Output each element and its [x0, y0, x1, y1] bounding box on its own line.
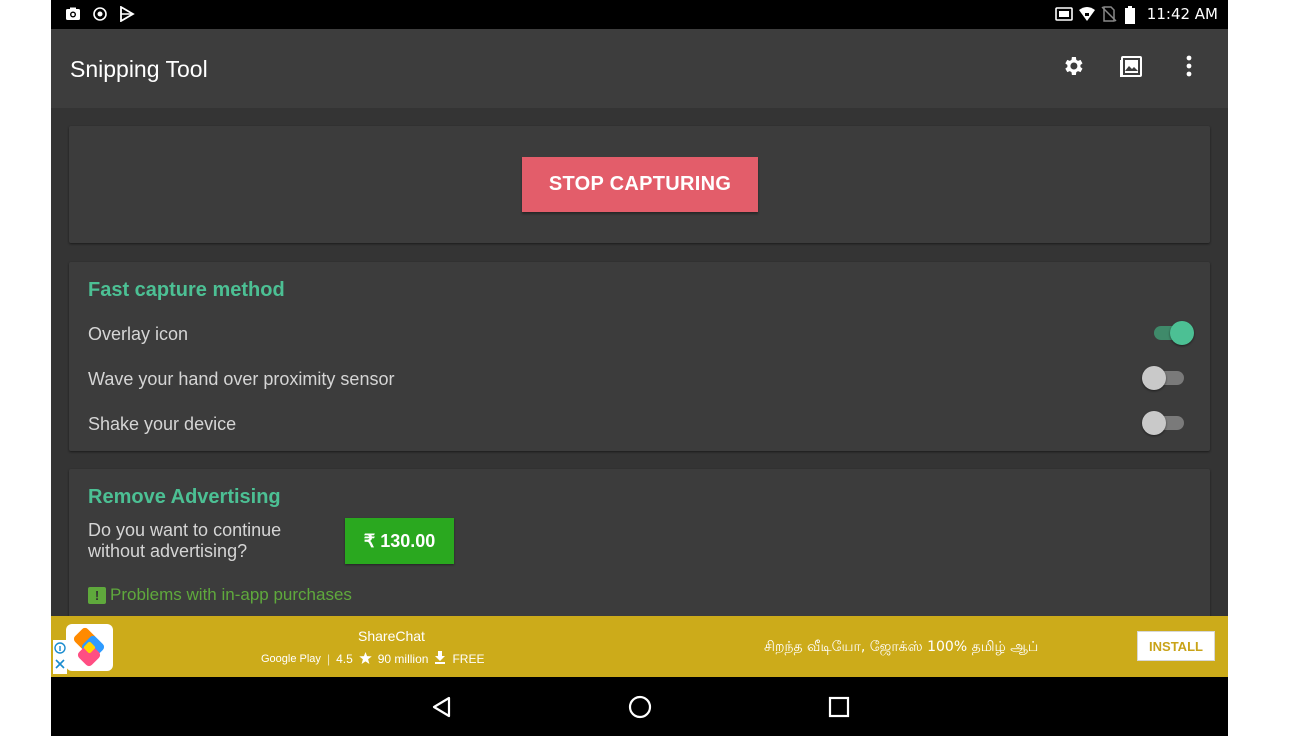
home-button[interactable] [627, 694, 653, 720]
nav-bar [51, 677, 1228, 736]
toggle-thumb [1142, 366, 1166, 390]
ad-rating: 4.5 [336, 652, 353, 666]
app-bar: Snipping Tool [51, 29, 1228, 108]
wifi-icon [1078, 6, 1095, 22]
option-label-shake: Shake your device [88, 414, 237, 434]
ad-meta: Google Play | 4.5 90 million FREE [261, 651, 484, 667]
ad-store: Google Play [261, 653, 321, 665]
buy-remove-ads-button[interactable]: ₹ 130.00 [345, 518, 454, 564]
question-line-2: without advertising? [88, 541, 248, 561]
fast-capture-title: Fast capture method [88, 279, 285, 301]
ad-separator: | [326, 652, 331, 666]
iap-problems-link[interactable]: ! Problems with in-app purchases [88, 585, 352, 605]
back-icon [429, 696, 455, 724]
adchoices-icon[interactable] [53, 640, 67, 674]
capture-card: STOP CAPTURING [69, 126, 1210, 243]
question-line-1: Do you want to continue [88, 520, 282, 540]
sharechat-logo[interactable] [66, 624, 113, 671]
play-store-icon [119, 5, 135, 23]
home-icon [627, 695, 653, 724]
settings-icon [1061, 54, 1085, 83]
remove-ads-title: Remove Advertising [88, 486, 281, 508]
toggle-thumb [1170, 321, 1194, 345]
shake-device-toggle[interactable] [1142, 409, 1186, 435]
fast-capture-card: Fast capture method Overlay icon Wave yo… [69, 262, 1210, 451]
cast-icon [1054, 6, 1073, 22]
ad-banner[interactable]: ShareChat Google Play | 4.5 90 million F… [51, 616, 1228, 677]
gallery-icon [1119, 54, 1143, 83]
recents-icon [826, 696, 852, 724]
recents-button[interactable] [826, 694, 852, 720]
more-options-button[interactable] [1174, 53, 1204, 83]
iap-problems-text: Problems with in-app purchases [110, 585, 352, 604]
ad-downloads: 90 million [377, 652, 429, 666]
status-bar: 11:42 AM [51, 0, 1228, 29]
toggle-thumb [1142, 411, 1166, 435]
app-title: Snipping Tool [70, 56, 208, 82]
content-area[interactable]: STOP CAPTURING Fast capture method Overl… [51, 108, 1228, 616]
download-icon [434, 651, 446, 667]
remove-ads-card: Remove Advertising Do you want to contin… [69, 469, 1210, 616]
camera-icon [65, 6, 81, 22]
option-label-proximity: Wave your hand over proximity sensor [88, 369, 395, 389]
stop-capturing-button[interactable]: STOP CAPTURING [522, 157, 758, 212]
shield-icon [92, 6, 108, 22]
proximity-sensor-toggle[interactable] [1142, 364, 1186, 390]
option-label-overlay: Overlay icon [88, 324, 189, 344]
clock: 11:42 AM [1146, 5, 1218, 23]
remove-ads-question: Do you want to continue without advertis… [88, 520, 281, 562]
overlay-icon-toggle[interactable] [1150, 319, 1194, 345]
star-icon [358, 651, 372, 667]
no-sim-icon [1101, 6, 1117, 22]
battery-icon [1124, 6, 1140, 24]
ad-tagline: சிறந்த வீடியோ, ஜோக்ஸ் 100% தமிழ் ஆப் [764, 639, 1039, 655]
back-button[interactable] [429, 694, 455, 720]
more-vert-icon [1186, 55, 1192, 82]
ad-app-name: ShareChat [358, 628, 425, 644]
ad-price: FREE [452, 652, 485, 666]
feedback-icon: ! [88, 586, 106, 604]
gallery-button[interactable] [1116, 53, 1146, 83]
settings-button[interactable] [1058, 53, 1088, 83]
install-button[interactable]: INSTALL [1137, 631, 1215, 661]
